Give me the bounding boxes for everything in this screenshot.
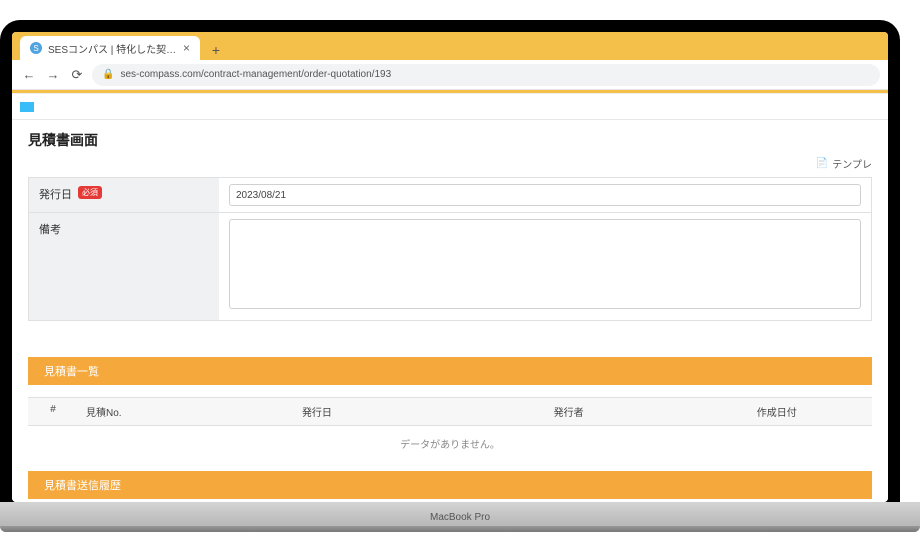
browser-tab[interactable]: S SESコンパス | 特化した契約管理・案 × [20,36,200,60]
lock-icon: 🔒 [102,69,114,80]
page-title: 見積書画面 [28,130,872,150]
laptop-label: MacBook Pro [430,512,490,523]
new-tab-button[interactable]: + [206,40,226,60]
template-link-label: テンプレ [832,156,872,171]
history-section-header: 見積書送信履歴 [28,471,872,499]
list-section-header: 見積書一覧 [28,357,872,385]
favicon: S [30,42,42,54]
back-icon[interactable]: ← [20,66,38,84]
forward-icon[interactable]: → [44,66,62,84]
issue-date-input[interactable] [229,184,861,206]
close-icon[interactable]: × [183,41,190,55]
empty-message: データがありません。 [28,426,872,461]
issue-date-label: 発行日 [39,186,72,202]
table-header-row: # 見積No. 発行日 発行者 作成日付 [28,397,872,426]
required-badge: 必須 [78,186,102,199]
browser-tab-bar: S SESコンパス | 特化した契約管理・案 × + [12,32,888,60]
form-section: 発行日 必須 備考 [12,177,888,321]
template-link[interactable]: 📄 テンプレ [816,156,872,171]
quotation-table: # 見積No. 発行日 発行者 作成日付 データがありません。 [28,397,872,461]
top-nav-row [12,94,888,120]
document-icon: 📄 [816,158,828,169]
address-bar: ← → ⟳ 🔒 ses-compass.com/contract-managem… [12,60,888,90]
remarks-textarea[interactable] [229,219,861,309]
page-content: 見積書画面 📄 テンプレ 発行日 必須 [12,90,888,502]
laptop-base: MacBook Pro [0,502,920,532]
col-issue-date: 発行日 [178,398,456,425]
col-issuer: 発行者 [456,398,682,425]
col-quote-no: 見積No. [78,398,178,425]
url-text: ses-compass.com/contract-management/orde… [120,69,391,80]
reload-icon[interactable]: ⟳ [68,66,86,84]
issue-date-label-cell: 発行日 必須 [29,178,219,212]
remarks-label-cell: 備考 [29,213,219,320]
page-title-row: 見積書画面 [12,120,888,156]
col-created: 作成日付 [681,398,872,425]
tab-title: SESコンパス | 特化した契約管理・案 [48,41,177,56]
col-number: # [28,398,78,425]
remarks-label: 備考 [39,221,61,237]
app-logo [20,102,34,112]
url-input[interactable]: 🔒 ses-compass.com/contract-management/or… [92,64,880,86]
